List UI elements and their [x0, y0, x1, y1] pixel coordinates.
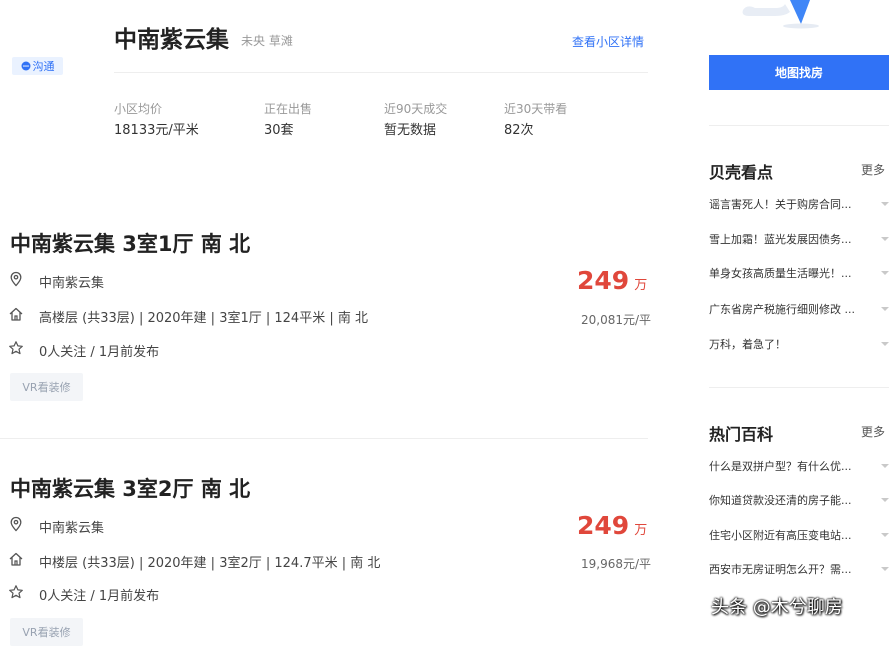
unit-price: 19,968元/平	[581, 557, 652, 571]
watermark: 头条 @木兮聊房	[711, 597, 843, 618]
chevron-down-icon	[881, 498, 889, 502]
listing-follow-info: 0人关注 / 1月前发布	[39, 589, 160, 604]
total-price-unit: 万	[634, 278, 648, 293]
community-detail-link[interactable]: 查看小区详情	[572, 33, 644, 50]
vr-tag[interactable]: VR看装修	[10, 373, 83, 401]
chevron-down-icon	[881, 237, 889, 241]
stat-value-avg-price: 18133元/平米	[114, 123, 199, 138]
chat-bubble-icon	[21, 61, 31, 71]
total-price: 249 万	[577, 266, 647, 295]
sidebar-divider	[709, 387, 889, 388]
wiki-item[interactable]: 住宅小区附近有高压变电站...	[709, 527, 852, 543]
listing-house-info: 高楼层 (共33层) | 2020年建 | 3室1厅 | 124平米 | 南 北	[39, 311, 368, 326]
wiki-more-link[interactable]: 更多	[861, 423, 885, 440]
listing-follow-info: 0人关注 / 1月前发布	[39, 345, 160, 360]
listing-title[interactable]: 中南紫云集 3室1厅 南 北	[10, 228, 250, 258]
news-item[interactable]: 雪上加霜！蓝光发展因债务...	[709, 231, 852, 247]
wiki-item[interactable]: 你知道贷款没还清的房子能...	[709, 492, 852, 508]
news-item[interactable]: 广东省房产税施行细则修改 ...	[709, 301, 855, 317]
header-divider	[114, 72, 648, 73]
location-pin-icon	[8, 271, 24, 287]
chevron-down-icon	[881, 307, 889, 311]
location-pin-icon	[8, 516, 24, 532]
map-search-button[interactable]: 地图找房	[709, 55, 889, 90]
chevron-down-icon	[881, 202, 889, 206]
star-icon	[8, 584, 24, 600]
listing-title[interactable]: 中南紫云集 3室2厅 南 北	[10, 473, 250, 503]
stat-label-on-sale: 正在出售	[264, 102, 313, 116]
stat-value-on-sale[interactable]: 30套	[264, 119, 294, 138]
chevron-down-icon	[881, 533, 889, 537]
unit-price: 20,081元/平	[581, 313, 652, 327]
beike-more-link[interactable]: 更多	[861, 161, 885, 178]
chevron-down-icon	[881, 567, 889, 571]
community-name: 中南紫云集	[114, 27, 229, 53]
news-item[interactable]: 单身女孩高质量生活曝光！...	[709, 265, 852, 281]
house-icon	[8, 306, 24, 322]
chat-button[interactable]: 沟通	[12, 57, 63, 75]
listing-house-info: 中楼层 (共33层) | 2020年建 | 3室2厅 | 124.7平米 | 南…	[39, 556, 381, 571]
chevron-down-icon	[881, 464, 889, 468]
total-price-value: 249	[577, 266, 630, 295]
map-illustration	[735, 0, 825, 30]
wiki-item[interactable]: 西安市无房证明怎么开？需...	[709, 561, 852, 577]
listing-divider	[0, 438, 648, 439]
wiki-section-title: 热门百科	[709, 425, 774, 444]
listing-community-link[interactable]: 中南紫云集	[39, 272, 104, 291]
news-item[interactable]: 万科，着急了！	[709, 336, 786, 352]
total-price-value: 249	[577, 511, 630, 540]
chevron-down-icon	[881, 342, 889, 346]
house-icon	[8, 551, 24, 567]
stat-value-deals-90d: 暂无数据	[384, 123, 437, 138]
stat-label-avg-price: 小区均价	[114, 102, 163, 116]
vr-tag[interactable]: VR看装修	[10, 618, 83, 646]
news-item[interactable]: 谣言害死人！关于购房合同...	[709, 196, 852, 212]
stat-label-deals-90d: 近90天成交	[384, 102, 448, 116]
star-icon	[8, 340, 24, 356]
beike-section-title: 贝壳看点	[709, 163, 774, 182]
total-price: 249 万	[577, 511, 647, 540]
sidebar-divider	[709, 125, 889, 126]
wiki-item[interactable]: 什么是双拼户型？有什么优...	[709, 458, 852, 474]
total-price-unit: 万	[634, 523, 648, 538]
stat-label-visits-30d: 近30天带看	[504, 102, 568, 116]
stat-value-visits-30d: 82次	[504, 123, 534, 138]
chat-label: 沟通	[32, 60, 55, 73]
chevron-down-icon	[881, 271, 889, 275]
community-area: 未央 草滩	[241, 34, 293, 48]
listing-community-link[interactable]: 中南紫云集	[39, 517, 104, 536]
